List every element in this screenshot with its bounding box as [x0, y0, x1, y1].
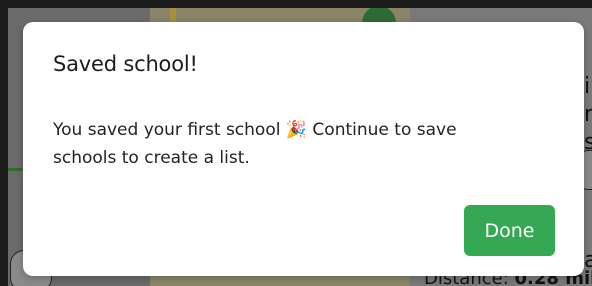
window-frame [0, 0, 592, 8]
dialog-message-start: You saved your first school [53, 120, 286, 140]
saved-school-dialog: Saved school! You saved your first schoo… [23, 22, 584, 276]
dialog-message: You saved your first school 🎉 Continue t… [53, 116, 523, 172]
party-popper-icon: 🎉 [285, 120, 308, 140]
panel-text-fragment: n [584, 102, 592, 127]
dialog-title: Saved school! [53, 52, 198, 76]
panel-text-fragment: i [584, 74, 591, 99]
window-frame [0, 0, 8, 286]
done-button[interactable]: Done [464, 205, 555, 256]
